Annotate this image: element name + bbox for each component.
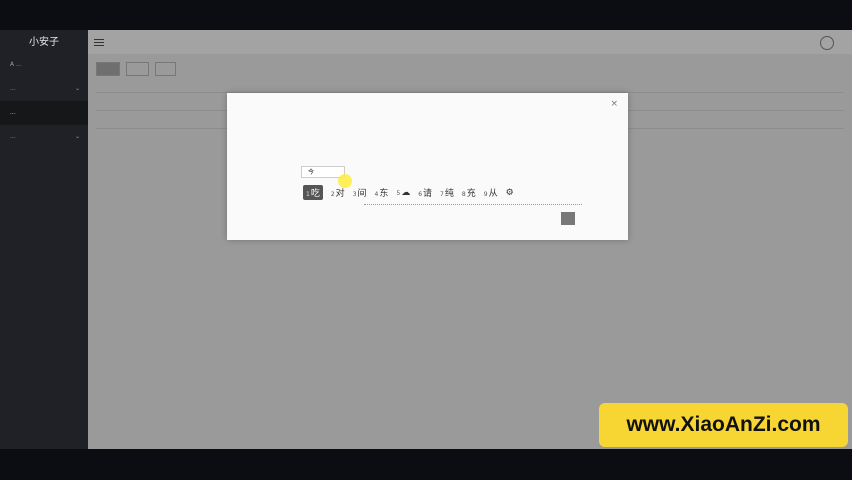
tab-3[interactable] <box>155 62 177 76</box>
tab-1[interactable] <box>96 62 121 76</box>
sidebar-item-2[interactable]: ... ⌄ <box>0 77 88 101</box>
sidebar-item-label: ... <box>10 85 16 92</box>
sidebar-item-3[interactable]: ... <box>0 101 88 125</box>
tab-2[interactable] <box>126 62 150 76</box>
close-icon[interactable]: × <box>610 99 618 109</box>
edit-dialog: × 今 1吃 2对 3间 4东 5 ☁ 6请 7纯 8充 9从 ⚙ <box>227 93 628 240</box>
sidebar-item-label: A ... <box>10 61 22 68</box>
tab-bar <box>96 62 177 76</box>
sidebar: 小安子 A ... ... ⌄ ... ... ⌄ <box>0 30 88 449</box>
menu-icon[interactable] <box>94 37 104 48</box>
cancel-button[interactable] <box>530 212 544 225</box>
ime-candidate-5[interactable]: 5 ☁ <box>396 188 410 198</box>
chevron-down-icon: ⌄ <box>74 133 80 140</box>
app-logo: 小安子 <box>29 37 59 48</box>
confirm-button[interactable] <box>561 212 575 225</box>
ime-candidate-2[interactable]: 2对 <box>331 186 345 199</box>
sidebar-item-1[interactable]: A ... <box>0 53 88 77</box>
ime-candidate-4[interactable]: 4东 <box>375 186 389 199</box>
ime-candidate-7[interactable]: 7纯 <box>440 186 454 199</box>
sidebar-item-label: ... <box>10 133 16 140</box>
ime-candidate-bar: 1吃 2对 3间 4东 5 ☁ 6请 7纯 8充 9从 ⚙ <box>303 185 522 200</box>
user-avatar-icon[interactable] <box>820 36 834 50</box>
ime-candidate-1[interactable]: 1吃 <box>303 185 323 200</box>
ime-candidate-9[interactable]: 9从 <box>484 186 498 199</box>
top-bar <box>88 30 852 54</box>
ime-candidate-6[interactable]: 6请 <box>418 186 432 199</box>
sidebar-item-4[interactable]: ... ⌄ <box>0 125 88 149</box>
ime-candidate-8[interactable]: 8充 <box>462 186 476 199</box>
watermark-banner: www.XiaoAnZi.com <box>599 403 848 447</box>
gear-icon[interactable]: ⚙ <box>506 188 514 198</box>
chevron-down-icon: ⌄ <box>74 85 80 92</box>
sidebar-item-label: ... <box>10 109 16 116</box>
divider <box>364 204 582 205</box>
ime-candidate-3[interactable]: 3间 <box>353 186 367 199</box>
